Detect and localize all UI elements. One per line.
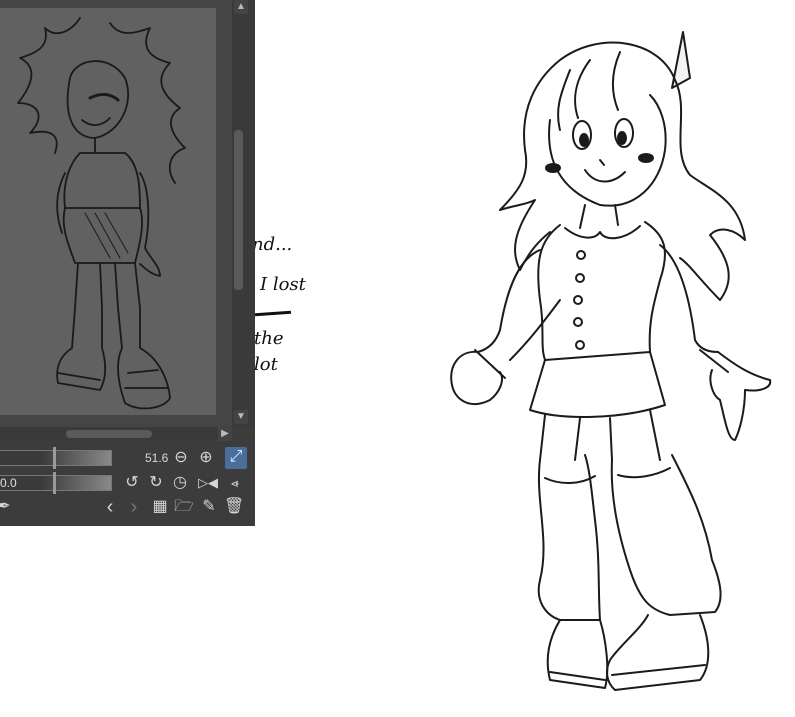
- rotation-row: 0.0 ↺ ↻ ◷ ▷◀ ⩹: [0, 471, 255, 497]
- grid-view-icon[interactable]: ▦: [150, 497, 170, 517]
- note-line: the: [254, 328, 284, 349]
- chevron-right-icon[interactable]: ›: [124, 497, 144, 517]
- preview-frame: [0, 0, 232, 427]
- zoom-slider[interactable]: [0, 447, 112, 469]
- scroll-up-button[interactable]: ▲: [234, 0, 248, 14]
- horizontal-scrollbar[interactable]: ▶: [0, 427, 232, 441]
- rotation-value: 0.0: [0, 476, 17, 490]
- eyedropper-icon[interactable]: ✒: [0, 497, 14, 517]
- preview-sketch: [17, 17, 186, 410]
- fit-to-window-icon[interactable]: ⤢: [225, 447, 247, 469]
- vertical-scrollbar[interactable]: ▲ ▼: [232, 0, 255, 427]
- zoom-out-icon[interactable]: ⊖: [171, 448, 191, 468]
- rotate-right-icon[interactable]: ↻: [146, 473, 166, 493]
- flip-horizontal-icon[interactable]: ▷◀: [198, 473, 218, 493]
- edit-icon[interactable]: ✎: [199, 497, 219, 517]
- chevron-left-icon[interactable]: ‹: [100, 497, 120, 517]
- open-folder-icon[interactable]: 🗁: [174, 497, 194, 517]
- zoom-row: 51.6 ⊖ ⊕ ⤢: [0, 445, 255, 471]
- flip-vertical-icon[interactable]: ⩹: [225, 473, 245, 493]
- note-line: I lost: [260, 274, 306, 295]
- reset-rotation-icon[interactable]: ◷: [170, 473, 190, 493]
- zoom-in-icon[interactable]: ⊕: [196, 448, 216, 468]
- trash-icon[interactable]: 🗑: [224, 497, 244, 517]
- rotation-slider-grip[interactable]: [53, 472, 56, 494]
- zoom-value: 51.6: [145, 451, 169, 465]
- navigator-preview[interactable]: [0, 8, 216, 415]
- scrollbar-thumb[interactable]: [66, 430, 152, 438]
- scrollbar-thumb[interactable]: [234, 130, 243, 290]
- note-line: nd...: [252, 234, 293, 255]
- zoom-slider-grip[interactable]: [53, 447, 56, 469]
- scroll-right-button[interactable]: ▶: [218, 427, 232, 441]
- note-line: lot: [254, 354, 278, 375]
- scroll-down-button[interactable]: ▼: [234, 410, 248, 424]
- navigator-panel: ▲ ▼ ▶ 51.6 ⊖ ⊕ ⤢ 0.0 ↺ ↻ ◷ ▷◀ ⩹ ✒ ‹ › ▦ …: [0, 0, 255, 526]
- navigator-toolbar: ✒ ‹ › ▦ 🗁 ✎ 🗑: [0, 496, 255, 522]
- rotate-left-icon[interactable]: ↺: [122, 473, 142, 493]
